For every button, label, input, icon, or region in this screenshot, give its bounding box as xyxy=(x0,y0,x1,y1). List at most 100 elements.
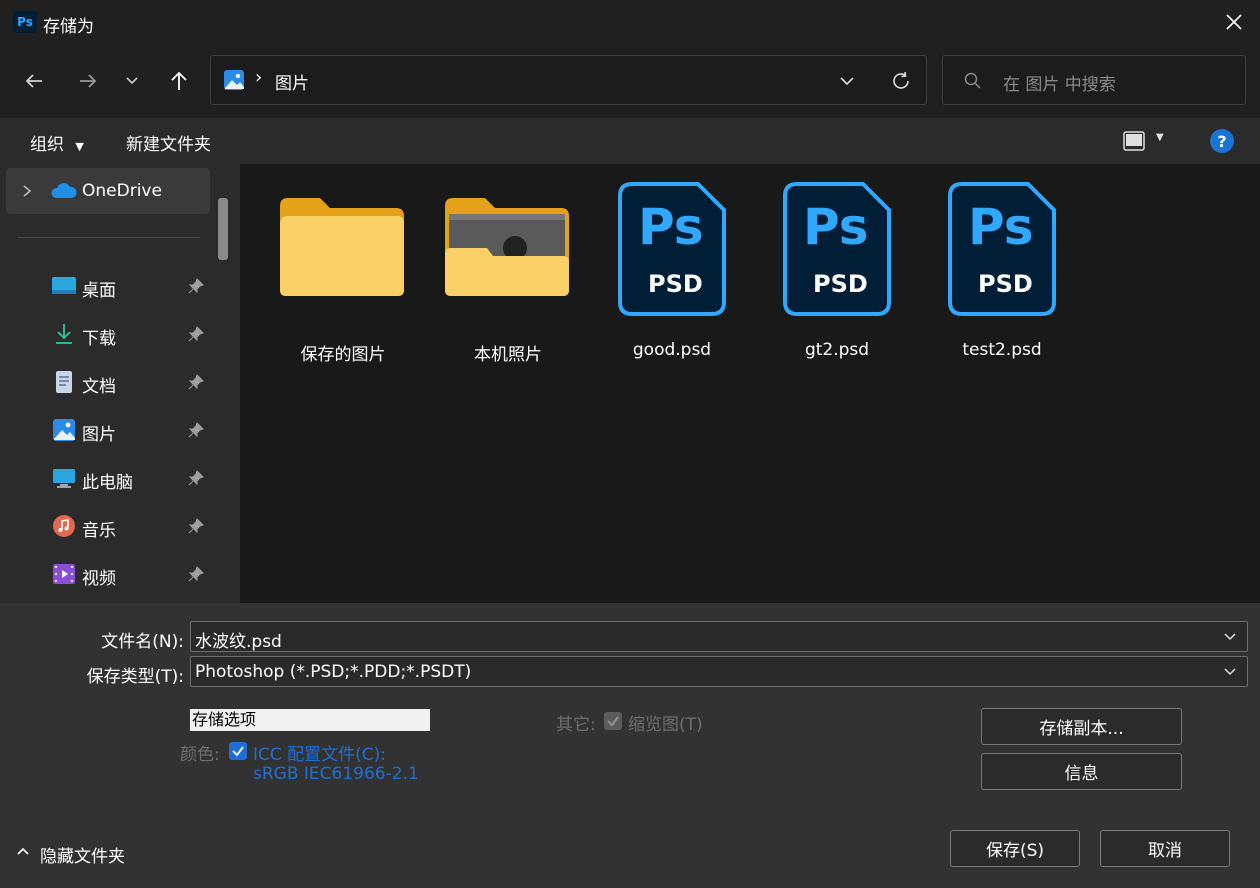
address-bar[interactable]: › 图片 xyxy=(210,55,927,105)
save-button[interactable]: 保存(S) xyxy=(950,830,1080,867)
icc-profile-value: sRGB IEC61966-2.1 xyxy=(253,764,419,784)
arrow-up-icon xyxy=(171,71,187,90)
pictures-icon xyxy=(52,418,76,442)
file-name: gt2.psd xyxy=(804,340,870,360)
new-folder-button[interactable]: 新建文件夹 xyxy=(126,130,211,155)
hide-folders-label: 隐藏文件夹 xyxy=(40,847,125,867)
sidebar-item-label: 桌面 xyxy=(82,281,116,301)
sidebar-item-label: 下载 xyxy=(82,329,116,349)
recent-locations-button[interactable] xyxy=(118,67,146,95)
chevron-up-icon xyxy=(17,847,29,855)
file-item-psd[interactable]: Ps PSD test2.psd xyxy=(927,182,1077,360)
sidebar-item-this-pc[interactable]: 此电脑 xyxy=(48,458,218,498)
back-button[interactable] xyxy=(20,67,48,95)
psd-file-icon: Ps PSD xyxy=(618,182,726,316)
sidebar-scrollbar[interactable] xyxy=(218,198,228,260)
view-options-icon[interactable] xyxy=(1122,129,1146,153)
chevron-down-icon[interactable] xyxy=(1221,663,1239,681)
cancel-button[interactable]: 取消 xyxy=(1100,830,1230,867)
save-options-panel: 文件名(N): 水波纹.psd 保存类型(T): Photoshop (*.PS… xyxy=(0,603,1260,888)
file-item-folder[interactable]: 本机照片 xyxy=(433,182,583,365)
window-title: 存储为 xyxy=(43,17,94,37)
file-item-psd[interactable]: Ps PSD gt2.psd xyxy=(762,182,912,360)
chevron-down-icon[interactable] xyxy=(1221,628,1239,646)
address-location[interactable]: 图片 xyxy=(275,69,309,94)
thumbnail-label: 缩览图(T) xyxy=(628,715,703,735)
up-button[interactable] xyxy=(165,67,193,95)
close-icon[interactable] xyxy=(1222,10,1246,34)
sidebar-item-label: 音乐 xyxy=(82,521,116,541)
hide-folders-toggle[interactable]: 隐藏文件夹 xyxy=(14,837,154,867)
filetype-value: Photoshop (*.PSD;*.PDD;*.PSDT) xyxy=(195,662,472,682)
sidebar-item-label: OneDrive xyxy=(82,181,162,201)
psd-file-icon: Ps PSD xyxy=(948,182,1056,316)
sidebar-item-label: 文档 xyxy=(82,377,116,397)
folder-with-photo-icon xyxy=(443,196,571,302)
navigation-pane: OneDrive 桌面 下载 文档 图片 此电脑 音乐 视频 xyxy=(0,164,240,603)
info-button[interactable]: 信息 xyxy=(981,753,1182,790)
other-label: 其它: xyxy=(556,715,596,735)
file-name: 保存的图片 xyxy=(300,345,386,365)
file-item-folder[interactable]: 保存的图片 xyxy=(268,182,418,365)
expand-chevron-icon[interactable] xyxy=(20,182,34,200)
video-icon xyxy=(52,562,76,586)
filename-input[interactable]: 水波纹.psd xyxy=(190,621,1248,652)
computer-icon xyxy=(52,466,76,490)
pin-icon[interactable] xyxy=(188,470,204,486)
search-icon xyxy=(963,71,983,91)
music-icon xyxy=(52,514,76,538)
sidebar-item-label: 视频 xyxy=(82,569,116,589)
sidebar-item-desktop[interactable]: 桌面 xyxy=(48,266,218,306)
psd-file-icon: Ps PSD xyxy=(783,182,891,316)
file-item-psd[interactable]: Ps PSD good.psd xyxy=(597,182,747,360)
save-options-header: 存储选项 xyxy=(190,709,430,731)
filename-label: 文件名(N): xyxy=(101,632,184,652)
save-copy-button[interactable]: 存储副本... xyxy=(981,708,1182,745)
file-list: 保存的图片 本机照片 Ps PSD good.psd Ps PSD gt2.ps… xyxy=(240,164,1260,603)
pin-icon[interactable] xyxy=(188,326,204,342)
pin-icon[interactable] xyxy=(188,278,204,294)
refresh-icon[interactable] xyxy=(890,70,912,92)
sidebar-item-documents[interactable]: 文档 xyxy=(48,362,218,402)
filetype-select[interactable]: Photoshop (*.PSD;*.PDD;*.PSDT) xyxy=(190,656,1248,687)
thumbnail-checkbox[interactable] xyxy=(604,712,622,730)
arrow-left-icon xyxy=(25,74,42,88)
checkmark-icon xyxy=(607,716,619,727)
view-dropdown-icon[interactable]: ▼ xyxy=(1156,132,1170,146)
photoshop-app-icon: Ps xyxy=(13,11,37,33)
filetype-label: 保存类型(T): xyxy=(86,667,184,687)
sidebar-item-videos[interactable]: 视频 xyxy=(48,554,218,594)
file-name: test2.psd xyxy=(962,340,1042,360)
caret-down-icon: ▼ xyxy=(75,140,84,153)
help-icon[interactable]: ? xyxy=(1210,129,1234,153)
sidebar-item-onedrive[interactable]: OneDrive xyxy=(6,168,210,214)
document-icon xyxy=(52,370,76,394)
sidebar-divider xyxy=(18,237,200,238)
sidebar-item-pictures[interactable]: 图片 xyxy=(48,410,218,450)
color-label: 颜色: xyxy=(180,745,220,765)
folder-icon xyxy=(278,196,406,302)
forward-button[interactable] xyxy=(74,67,102,95)
address-dropdown-icon[interactable] xyxy=(837,71,857,91)
filename-value: 水波纹.psd xyxy=(195,632,282,652)
download-icon xyxy=(52,322,76,346)
sidebar-item-downloads[interactable]: 下载 xyxy=(48,314,218,354)
file-name: good.psd xyxy=(632,340,712,360)
address-separator: › xyxy=(255,67,263,88)
pin-icon[interactable] xyxy=(188,374,204,390)
sidebar-item-music[interactable]: 音乐 xyxy=(48,506,218,546)
icc-profile-checkbox[interactable] xyxy=(229,742,247,760)
sidebar-item-label: 此电脑 xyxy=(82,473,133,493)
pin-icon[interactable] xyxy=(188,566,204,582)
title-bar: Ps 存储为 xyxy=(0,0,1260,44)
file-name: 本机照片 xyxy=(474,345,542,365)
pin-icon[interactable] xyxy=(188,518,204,534)
onedrive-cloud-icon xyxy=(50,182,78,200)
sidebar-item-label: 图片 xyxy=(82,425,116,445)
search-box[interactable]: 在 图片 中搜索 xyxy=(942,55,1246,105)
organize-menu[interactable]: 组织 ▼ xyxy=(30,130,84,155)
arrow-right-icon xyxy=(80,74,97,88)
icc-profile-label[interactable]: ICC 配置文件(C): xyxy=(253,740,386,765)
chevron-down-icon xyxy=(126,77,138,85)
pin-icon[interactable] xyxy=(188,422,204,438)
